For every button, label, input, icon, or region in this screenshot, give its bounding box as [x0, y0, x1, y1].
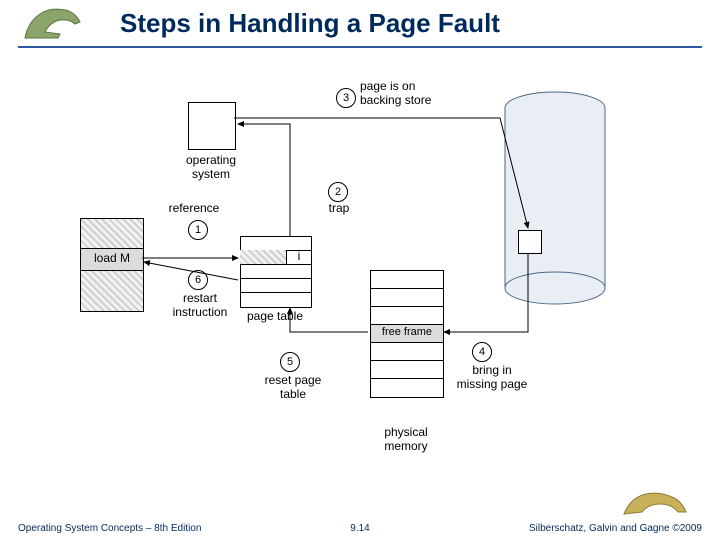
pt-row-1: i	[240, 250, 312, 265]
reset-pt-label: reset page table	[258, 374, 328, 402]
page-fault-diagram: operating system 3 page is on backing st…	[80, 70, 640, 490]
slide-title: Steps in Handling a Page Fault	[120, 8, 500, 39]
frame-6	[370, 378, 444, 398]
slide-root: Steps in Handling a Page Fault operating…	[0, 0, 720, 540]
trap-label: trap	[324, 202, 354, 216]
reference-label: reference	[164, 202, 224, 216]
step-5-circle: 5	[280, 352, 300, 372]
restart-label: restart instruction	[168, 292, 232, 320]
free-frame-box: free frame	[370, 324, 444, 343]
backing-store-label: page is on backing store	[360, 80, 440, 108]
step-2-circle: 2	[328, 182, 348, 202]
load-m-box: load M	[80, 248, 144, 271]
frame-2	[370, 306, 444, 325]
frame-0	[370, 270, 444, 289]
frame-1	[370, 288, 444, 307]
pt-row-4	[240, 292, 312, 308]
bring-in-label: bring in missing page	[452, 364, 532, 392]
backing-page-box	[518, 230, 542, 254]
pt-row-0	[240, 236, 312, 251]
step-4-circle: 4	[472, 342, 492, 362]
title-rule	[18, 46, 702, 48]
pt-entry-i: i	[287, 250, 311, 264]
dinosaur-logo-top	[20, 4, 90, 42]
frame-4	[370, 342, 444, 361]
proc-stack-bottom	[80, 270, 144, 312]
phys-mem-label: physical memory	[370, 426, 442, 454]
footer-right: Silberschatz, Galvin and Gagne ©2009	[529, 523, 702, 534]
backing-store-cylinder	[500, 90, 610, 310]
dinosaur-logo-bottom	[620, 488, 690, 518]
step-6-circle: 6	[188, 270, 208, 290]
step-3-circle: 3	[336, 88, 356, 108]
os-box	[188, 102, 236, 150]
free-frame-label: free frame	[371, 326, 443, 339]
proc-stack-top	[80, 218, 144, 249]
page-table-label: page table	[240, 310, 310, 324]
frame-5	[370, 360, 444, 379]
pt-row-1-left	[240, 250, 287, 264]
step-1-circle: 1	[188, 220, 208, 240]
load-m-label: load M	[81, 252, 143, 266]
pt-row-2	[240, 264, 312, 279]
pt-row-3	[240, 278, 312, 293]
os-label: operating system	[178, 154, 244, 182]
